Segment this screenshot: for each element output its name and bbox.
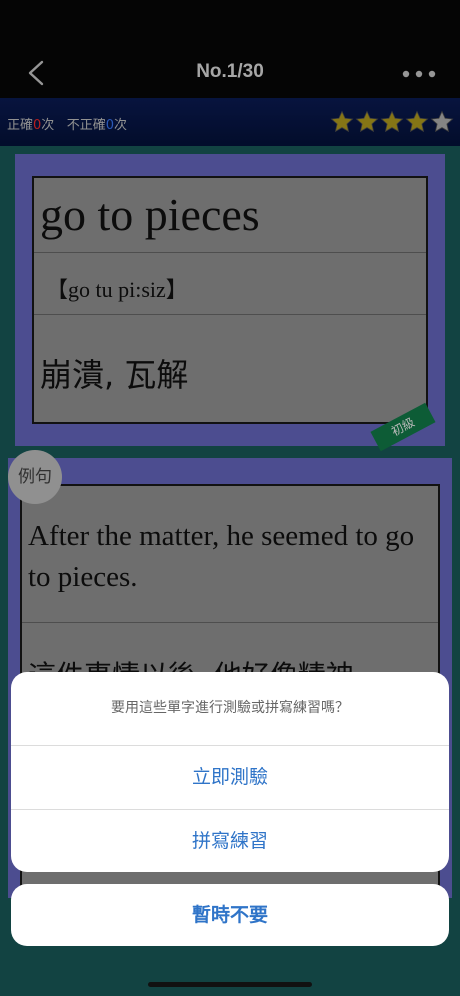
action-sheet: 要用這些單字進行測驗或拼寫練習嗎？ 立即測驗 拼寫練習	[11, 672, 449, 872]
spelling-practice-button[interactable]: 拼寫練習	[11, 810, 449, 872]
home-indicator	[148, 982, 312, 987]
sheet-prompt: 要用這些單字進行測驗或拼寫練習嗎？	[111, 700, 349, 716]
start-test-button[interactable]: 立即測驗	[11, 746, 449, 808]
not-now-button[interactable]: 暫時不要	[11, 884, 449, 946]
